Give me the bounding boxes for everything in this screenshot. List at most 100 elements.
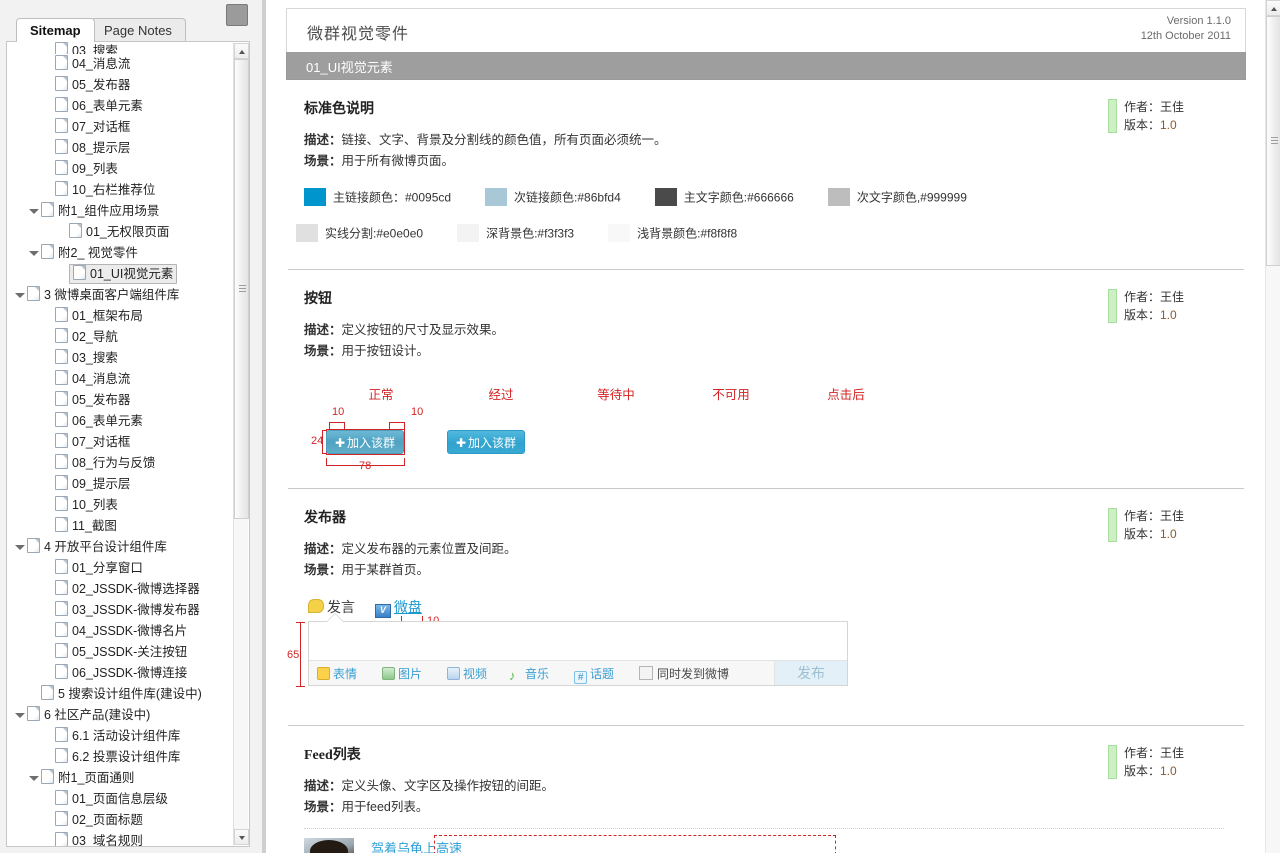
desc-text: 定义发布器的元素位置及间距。: [341, 541, 517, 556]
sitemap-item[interactable]: 4 开放平台设计组件库: [7, 537, 235, 558]
sitemap-item[interactable]: 06_表单元素: [7, 411, 235, 432]
sitemap-item[interactable]: 03_域名规则: [7, 831, 235, 846]
scroll-thumb[interactable]: [1266, 16, 1280, 266]
publisher-tool-1[interactable]: 表情: [317, 665, 357, 682]
sitemap-item[interactable]: 09_列表: [7, 159, 235, 180]
sitemap-item[interactable]: 08_提示层: [7, 138, 235, 159]
scroll-thumb[interactable]: [234, 59, 249, 519]
color-label: 浅背景颜色:#f8f8f8: [637, 226, 738, 241]
page-icon: [41, 202, 54, 217]
section-meta: 描述：定义发布器的元素位置及间距。 场景：用于某群首页。: [304, 539, 1246, 581]
sitemap-item-label: 01_页面信息层级: [72, 792, 168, 806]
sitemap-item[interactable]: 10_右栏推荐位: [7, 180, 235, 201]
join-group-button-hover[interactable]: ✚ 加入该群: [447, 429, 525, 454]
page-icon: [41, 685, 54, 700]
minimize-box-icon[interactable]: [226, 4, 248, 26]
sitemap-item[interactable]: 01_UI视觉元素: [7, 264, 235, 285]
sitemap-item[interactable]: 01_分享窗口: [7, 558, 235, 579]
sitemap-item[interactable]: 6.1 活动设计组件库: [7, 726, 235, 747]
feed-demo: 驾着乌龟上高速 互粉萨 正文内容折行: [286, 827, 1246, 853]
sitemap-item[interactable]: 03_搜索: [7, 42, 235, 54]
sitemap-item[interactable]: 3 微博桌面客户端组件库: [7, 285, 235, 306]
tree-toggle-spacer: [41, 663, 55, 684]
scroll-down-arrow-icon[interactable]: [234, 829, 249, 845]
sitemap-item[interactable]: 6.2 投票设计组件库: [7, 747, 235, 768]
sitemap-item[interactable]: 07_对话框: [7, 432, 235, 453]
sitemap-item[interactable]: 5 搜索设计组件库(建设中): [7, 684, 235, 705]
annotation-tick: [389, 421, 405, 423]
button-demo-area: 10 10 24 78 ✚ 加入该群 ✚ 加入该群: [286, 406, 1246, 478]
sitemap-item[interactable]: 10_列表: [7, 495, 235, 516]
sitemap-scrollbar[interactable]: [233, 43, 249, 845]
tab-sitemap[interactable]: Sitemap: [16, 18, 95, 42]
version-value: 1.0: [1159, 307, 1177, 322]
annotation-tick: [296, 685, 305, 687]
scroll-up-arrow-icon[interactable]: [1266, 0, 1280, 16]
color-swatch: 浅背景颜色:#f8f8f8: [608, 224, 738, 243]
publisher-tool-3[interactable]: 视频: [447, 665, 487, 682]
tree-expand-toggle-icon[interactable]: [27, 768, 41, 789]
publisher-tool-2[interactable]: 图片: [382, 665, 422, 682]
publish-button[interactable]: 发布: [774, 660, 847, 685]
tab-page-notes[interactable]: Page Notes: [90, 18, 186, 42]
sitemap-item-label: 02_导航: [72, 330, 118, 344]
publisher-tool-5[interactable]: # 话题: [574, 665, 614, 684]
publisher-tool-4[interactable]: ♪ 音乐: [509, 665, 549, 682]
join-group-button-normal[interactable]: ✚ 加入该群: [326, 429, 404, 454]
sitemap-item[interactable]: 05_发布器: [7, 75, 235, 96]
publisher-textarea[interactable]: [309, 622, 847, 662]
sitemap-item[interactable]: 04_JSSDK-微博名片: [7, 621, 235, 642]
author-block: 作者：王佳 版本：1.0: [1107, 507, 1184, 543]
tree-expand-toggle-icon[interactable]: [13, 537, 27, 558]
avatar[interactable]: [304, 837, 354, 853]
tree-toggle-spacer: [41, 180, 55, 201]
sitemap-item[interactable]: 02_页面标题: [7, 810, 235, 831]
color-swatch: 深背景色:#f3f3f3: [457, 224, 574, 243]
sitemap-item[interactable]: 06_JSSDK-微博连接: [7, 663, 235, 684]
sitemap-item[interactable]: 03_搜索: [7, 348, 235, 369]
color-chip-icon: [608, 224, 631, 243]
sitemap-item[interactable]: 附1_页面通则: [7, 768, 235, 789]
sitemap-item[interactable]: 01_页面信息层级: [7, 789, 235, 810]
sitemap-item[interactable]: 07_对话框: [7, 117, 235, 138]
sitemap-item-label: 01_无权限页面: [86, 225, 170, 239]
author-name: 王佳: [1159, 745, 1184, 760]
sitemap-item[interactable]: 01_无权限页面: [7, 222, 235, 243]
tree-expand-toggle-icon[interactable]: [13, 285, 27, 306]
sitemap-item[interactable]: 04_消息流: [7, 54, 235, 75]
sync-to-weibo-checkbox[interactable]: 同时发到微博: [638, 665, 729, 682]
tree-expand-toggle-icon[interactable]: [13, 705, 27, 726]
sitemap-item[interactable]: 05_发布器: [7, 390, 235, 411]
tree-expand-toggle-icon[interactable]: [27, 201, 41, 222]
color-swatch: 主文字颜色:#666666: [654, 188, 794, 206]
tree-expand-toggle-icon[interactable]: [27, 243, 41, 264]
author-label: 作者：: [1123, 508, 1160, 523]
sitemap-item[interactable]: 附1_组件应用场景: [7, 201, 235, 222]
sitemap-item[interactable]: 09_提示层: [7, 474, 235, 495]
scroll-grip-icon: [239, 285, 246, 293]
sitemap-item[interactable]: 05_JSSDK-关注按钮: [7, 642, 235, 663]
sitemap-item[interactable]: 02_导航: [7, 327, 235, 348]
author-label: 作者：: [1123, 745, 1160, 760]
sitemap-item[interactable]: 04_消息流: [7, 369, 235, 390]
page-icon: [55, 181, 68, 196]
publisher-tab-weipan[interactable]: V 微盘: [374, 597, 422, 618]
sitemap-item[interactable]: 01_框架布局: [7, 306, 235, 327]
page-icon: [55, 517, 68, 532]
main-scrollbar[interactable]: [1265, 0, 1280, 853]
sitemap-item[interactable]: 02_JSSDK-微博选择器: [7, 579, 235, 600]
page-icon: [55, 601, 68, 616]
scroll-up-arrow-icon[interactable]: [234, 43, 249, 59]
sitemap-item[interactable]: 03_JSSDK-微博发布器: [7, 600, 235, 621]
sitemap-item[interactable]: 6 社区产品(建设中): [7, 705, 235, 726]
sitemap-item[interactable]: 08_行为与反馈: [7, 453, 235, 474]
tree-toggle-spacer: [41, 495, 55, 516]
sitemap-item[interactable]: 06_表单元素: [7, 96, 235, 117]
section-buttons: 按钮 描述：定义按钮的尺寸及显示效果。 场景：用于按钮设计。 正常 经过 等待中 不可…: [286, 270, 1246, 489]
page-icon: [55, 97, 68, 112]
version-label: 版本：: [1123, 118, 1160, 132]
sitemap-item-label: 07_对话框: [72, 435, 131, 449]
page-icon: [27, 286, 40, 301]
sitemap-item[interactable]: 11_截图: [7, 516, 235, 537]
sitemap-item[interactable]: 附2_ 视觉零件: [7, 243, 235, 264]
